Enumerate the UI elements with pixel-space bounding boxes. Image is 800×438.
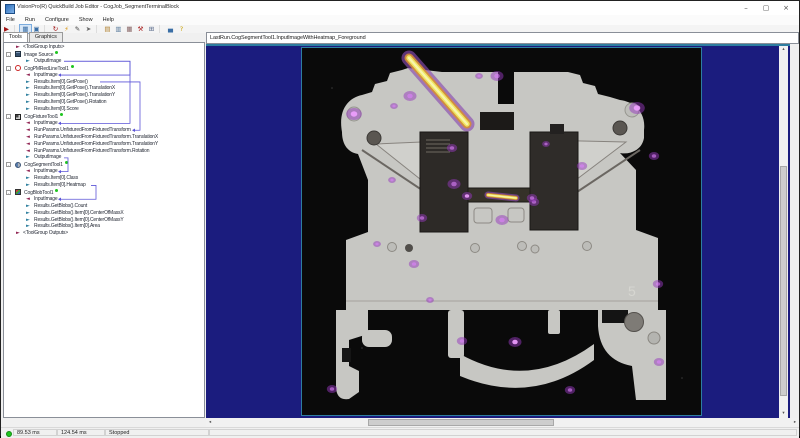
tool-status-dot-icon — [64, 161, 68, 165]
vscroll-down-icon[interactable]: ▾ — [779, 410, 788, 418]
tab-graphics[interactable]: Graphics — [28, 32, 63, 42]
show-grid-icon[interactable]: ▥ — [113, 25, 124, 33]
menu-help[interactable]: Help — [98, 17, 119, 23]
tree-row-toolgroup-outputs[interactable]: ► <ToolGroup Outputs> — [4, 230, 204, 237]
pmalign-icon — [15, 65, 21, 72]
group-arrow-icon: ► — [16, 230, 20, 237]
menu-show[interactable]: Show — [74, 17, 98, 23]
vscroll-thumb[interactable] — [780, 166, 787, 396]
app-icon — [5, 4, 15, 14]
brush-icon[interactable]: ✎ — [72, 25, 83, 33]
tool-tree-panel[interactable]: ► <ToolGroup Inputs> - Image Source ► OutputI… — [3, 42, 205, 418]
segment-icon — [15, 161, 21, 168]
tool-window-icon[interactable]: ▦ — [124, 25, 135, 33]
expander-icon[interactable]: - — [6, 51, 11, 57]
viewer-vscrollbar[interactable]: ▴ ▾ — [779, 46, 788, 418]
tool-status-dot-icon — [55, 188, 59, 192]
maximize-button[interactable]: ▢ — [757, 2, 775, 14]
job-tools-icon[interactable]: ⚒ — [135, 25, 146, 33]
image-display-viewport[interactable]: 5 ▴ ▾ — [206, 44, 790, 418]
tool-status-dot-icon — [70, 64, 74, 68]
app-window: VisionPro(R) QuickBuild Job Editor - Cog… — [0, 0, 800, 438]
vscroll-up-icon[interactable]: ▴ — [779, 46, 788, 54]
status-bar: 89.53 ms 124.54 ms Stopped — [1, 427, 799, 438]
title-bar[interactable]: VisionPro(R) QuickBuild Job Editor - Cog… — [1, 1, 799, 16]
blob-icon — [15, 189, 21, 196]
status-state: Stopped — [105, 429, 209, 436]
close-button[interactable]: × — [777, 2, 795, 14]
tab-tools[interactable]: Tools — [3, 32, 28, 42]
part-marking: 5 — [628, 283, 636, 299]
expander-icon[interactable]: - — [6, 162, 11, 168]
stats-icon[interactable]: ▄ — [165, 25, 176, 33]
expander-icon[interactable]: - — [6, 65, 11, 71]
help-icon[interactable]: ? — [176, 25, 187, 33]
status-green-dot-icon — [6, 431, 12, 437]
image-source-icon — [15, 51, 21, 58]
minimize-button[interactable]: – — [737, 2, 755, 14]
window-title: VisionPro(R) QuickBuild Job Editor - Cog… — [17, 4, 179, 10]
record-selector-combobox[interactable]: LastRun.CogSegmentTool1.InputImageWithHe… — [206, 32, 799, 44]
expander-icon[interactable]: - — [6, 189, 11, 195]
status-empty-panel — [209, 429, 797, 436]
menu-file[interactable]: File — [1, 17, 20, 23]
status-run-time: 89.53 ms — [13, 429, 57, 436]
viewer-hscrollbar[interactable]: ◂ ▸ — [206, 418, 799, 427]
table-icon[interactable]: ⊞ — [146, 25, 157, 33]
inspection-image[interactable]: 5 — [301, 47, 702, 416]
fixture-icon — [15, 113, 21, 120]
left-panel-tabs: Tools Graphics — [3, 32, 64, 42]
tree-label: <ToolGroup Outputs> — [23, 230, 68, 237]
tool-status-dot-icon — [60, 113, 64, 116]
hscroll-left-icon[interactable]: ◂ — [206, 418, 214, 427]
hscroll-thumb[interactable] — [368, 419, 554, 426]
status-total-time: 124.54 ms — [57, 429, 105, 436]
menu-run[interactable]: Run — [20, 17, 40, 23]
expander-icon[interactable]: - — [6, 114, 11, 119]
tool-status-dot-icon — [55, 50, 59, 54]
menu-configure[interactable]: Configure — [40, 17, 74, 23]
new-window-icon[interactable]: ▤ — [102, 25, 113, 33]
pointer-icon[interactable]: ➤ — [83, 25, 94, 33]
hscroll-right-icon[interactable]: ▸ — [791, 418, 799, 427]
